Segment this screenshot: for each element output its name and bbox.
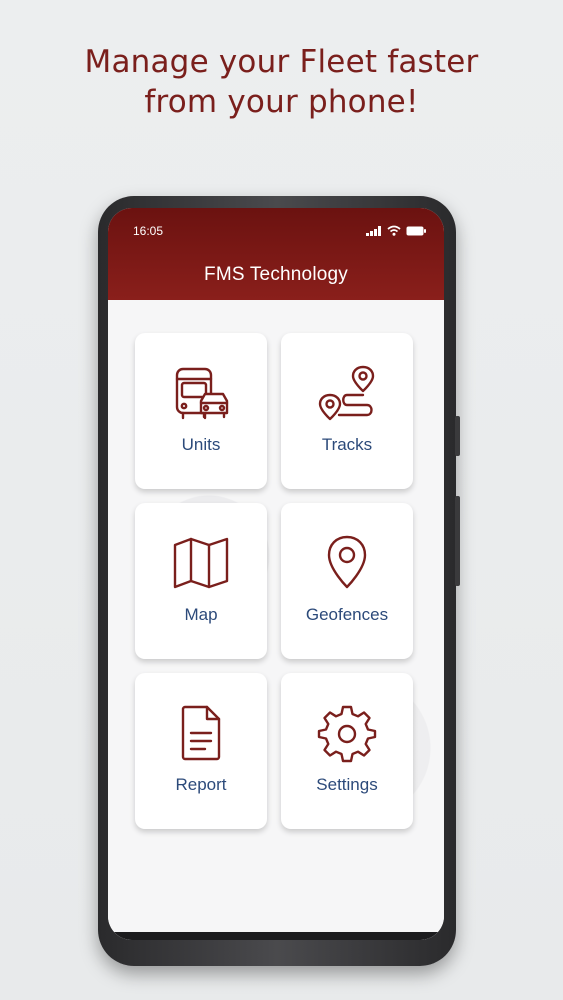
menu-label-units: Units <box>181 435 221 454</box>
status-bar: 16:05 <box>133 224 426 240</box>
menu-card-settings[interactable]: Settings <box>281 673 413 829</box>
battery-icon <box>406 226 426 235</box>
gear-icon <box>317 705 377 763</box>
menu-card-report[interactable]: Report <box>135 673 267 829</box>
menu-label-geofences: Geofences <box>305 605 389 624</box>
map-icon <box>173 537 229 589</box>
menu-card-tracks[interactable]: Tracks <box>281 333 413 489</box>
menu-card-units[interactable]: Units <box>135 333 267 489</box>
menu-label-tracks: Tracks <box>321 435 373 454</box>
location-pin-icon <box>327 535 367 589</box>
menu-card-geofences[interactable]: Geofences <box>281 503 413 659</box>
phone-screen: 16:05 FMS Technology Units Tracks Map Ge… <box>108 208 444 940</box>
menu-card-map[interactable]: Map <box>135 503 267 659</box>
promo-page: Manage your Fleet faster from your phone… <box>0 0 563 1000</box>
app-bar: 16:05 FMS Technology <box>108 208 444 300</box>
bus-car-icon <box>175 367 229 420</box>
menu-label-map: Map <box>184 605 218 624</box>
status-time: 16:05 <box>133 224 164 238</box>
phone-power-button <box>455 496 460 586</box>
status-icons <box>366 225 426 236</box>
signal-icon <box>366 225 381 236</box>
route-icon <box>318 365 375 421</box>
phone-volume-button <box>455 416 460 456</box>
phone-frame: 16:05 FMS Technology Units Tracks Map Ge… <box>98 196 460 966</box>
menu-content: Units Tracks Map Geofences Report Settin… <box>108 300 444 940</box>
menu-label-settings: Settings <box>316 775 378 794</box>
headline-line-2: from your phone! <box>144 84 419 120</box>
document-icon <box>181 705 221 761</box>
menu-label-report: Report <box>175 775 227 794</box>
menu-grid: Units Tracks Map Geofences Report Settin… <box>135 333 415 829</box>
app-title: FMS Technology <box>204 264 348 285</box>
wifi-icon <box>387 225 401 236</box>
screen-bottom-edge <box>108 932 444 940</box>
headline: Manage your Fleet faster from your phone… <box>0 42 563 122</box>
headline-line-1: Manage your Fleet faster <box>84 44 479 80</box>
